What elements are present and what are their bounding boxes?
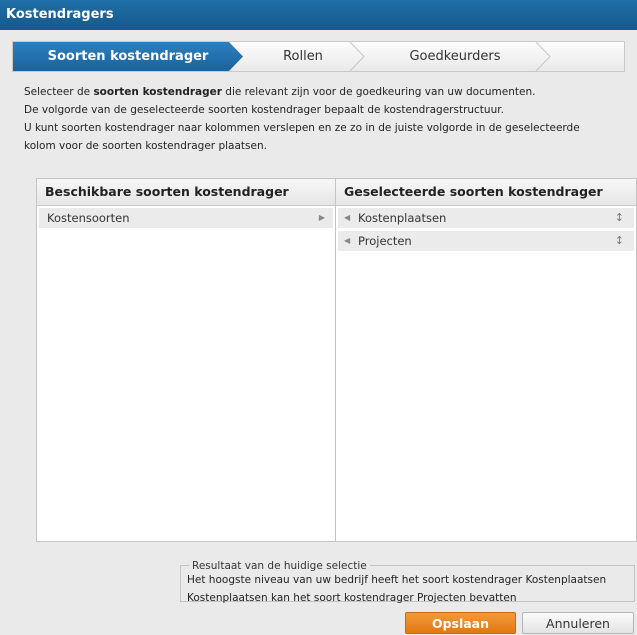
selected-list-header: Geselecteerde soorten kostendrager bbox=[336, 179, 636, 206]
selected-list-panel: Geselecteerde soorten kostendrager ◀ Kos… bbox=[335, 178, 637, 542]
window-title: Kostendragers bbox=[0, 0, 637, 30]
drag-handle-icon[interactable]: ↕ bbox=[615, 231, 624, 251]
result-legend: Resultaat van de huidige selectie bbox=[189, 557, 370, 575]
instruction-line-3: U kunt soorten kostendrager naar kolomme… bbox=[24, 122, 580, 134]
step-goedkeurders[interactable]: Goedkeurders bbox=[365, 42, 545, 71]
arrow-left-icon[interactable]: ◀ bbox=[344, 208, 350, 228]
arrow-left-icon[interactable]: ◀ bbox=[344, 231, 350, 251]
selected-item-projecten[interactable]: ◀ Projecten ↕ bbox=[338, 231, 634, 251]
list-item-label: Projecten bbox=[358, 234, 412, 248]
list-item-label: Kostensoorten bbox=[47, 211, 130, 225]
step-soorten-kostendrager[interactable]: Soorten kostendrager bbox=[13, 42, 243, 71]
instructions: Selecteer de soorten kostendrager die re… bbox=[24, 83, 624, 155]
step-separator-icon bbox=[349, 42, 365, 71]
selected-item-kostenplaatsen[interactable]: ◀ Kostenplaatsen ↕ bbox=[338, 208, 634, 228]
instruction-line-1: Selecteer de soorten kostendrager die re… bbox=[24, 86, 536, 98]
available-list-header: Beschikbare soorten kostendrager bbox=[37, 179, 335, 206]
cancel-button[interactable]: Annuleren bbox=[522, 612, 634, 634]
instruction-emphasis: soorten kostendrager bbox=[93, 86, 222, 98]
drag-handle-icon[interactable]: ↕ bbox=[615, 208, 624, 228]
step-rollen[interactable]: Rollen bbox=[249, 42, 357, 71]
instruction-line-2: De volgorde van de geselecteerde soorten… bbox=[24, 104, 504, 116]
arrow-right-icon[interactable]: ▶ bbox=[319, 208, 325, 228]
available-list-panel: Beschikbare soorten kostendrager Kostens… bbox=[36, 178, 336, 542]
save-button[interactable]: Opslaan bbox=[405, 612, 516, 634]
available-item-kostensoorten[interactable]: Kostensoorten ▶ bbox=[39, 208, 333, 228]
instruction-line-4: kolom voor de soorten kostendrager plaat… bbox=[24, 140, 267, 152]
step-separator-icon bbox=[535, 42, 551, 71]
list-item-label: Kostenplaatsen bbox=[358, 211, 447, 225]
wizard-steps: Soorten kostendrager Rollen Goedkeurders bbox=[12, 41, 625, 72]
result-line-2: Kostenplaatsen kan het soort kostendrage… bbox=[187, 592, 517, 604]
selection-result-box: Resultaat van de huidige selectie Het ho… bbox=[180, 557, 635, 604]
